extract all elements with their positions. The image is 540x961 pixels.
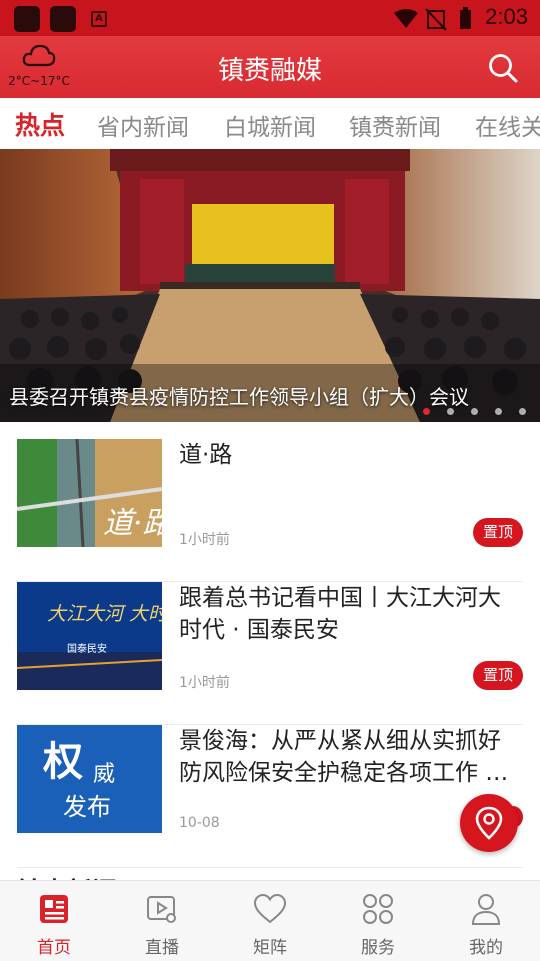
tab-hot[interactable]: 热点	[15, 106, 65, 142]
carousel-dot	[519, 408, 526, 415]
news-icon	[40, 895, 68, 923]
carousel-indicator	[411, 400, 526, 419]
carousel-dot	[494, 408, 502, 415]
news-title: 道·路	[179, 442, 233, 468]
wifi-icon	[394, 9, 418, 28]
svg-text:国泰民安: 国泰民安	[67, 642, 107, 655]
news-time: 10-08	[179, 815, 220, 831]
status-bar: A 2:03	[0, 0, 540, 36]
grid-icon	[363, 894, 393, 924]
news-item[interactable]: 道·路 道·路 1小时前 置顶	[17, 439, 523, 582]
search-button[interactable]	[488, 53, 518, 87]
svg-text:发布: 发布	[63, 793, 111, 821]
svg-text:大江大河 大时代: 大江大河 大时代	[47, 603, 162, 625]
banner-caption: 县委召开镇赉县疫情防控工作领导小组（扩大）会议	[9, 385, 469, 409]
tab-baicheng-news[interactable]: 白城新闻	[224, 108, 316, 142]
nav-services[interactable]: 服务	[324, 881, 432, 961]
news-time: 1小时前	[179, 675, 230, 691]
tab-province-news[interactable]: 省内新闻	[97, 108, 189, 142]
search-icon	[489, 54, 518, 83]
tab-zhenlai-news[interactable]: 镇赉新闻	[349, 108, 441, 142]
notification-app-icon	[50, 6, 76, 32]
hero-banner[interactable]: 县委召开镇赉县疫情防控工作领导小组（扩大）会议	[0, 149, 540, 422]
news-title: 跟着总书记看中国丨大江大河大时代 · 国泰民安	[179, 585, 501, 643]
svg-text:威: 威	[93, 762, 115, 787]
status-icons	[394, 7, 471, 31]
video-icon	[147, 896, 176, 923]
nav-matrix[interactable]: 矩阵	[216, 881, 324, 961]
svg-text:道·路: 道·路	[103, 506, 162, 541]
bottom-navigation: 首页 直播 矩阵 服务 我的	[0, 880, 540, 961]
carousel-dot-active	[422, 408, 430, 415]
nav-label: 首页	[37, 938, 71, 958]
app-title: 镇赉融媒	[217, 56, 322, 86]
news-time: 1小时前	[179, 532, 230, 548]
status-time: 2:03	[485, 4, 528, 29]
svg-text:权: 权	[42, 738, 83, 785]
news-item[interactable]: 权 威 发布 景俊海：从严从紧从细从实抓好防风险保安全护稳定各项工作 … 10-…	[17, 725, 523, 868]
news-thumbnail: 权 威 发布	[17, 725, 162, 833]
notification-a-icon: A	[91, 11, 107, 27]
battery-icon	[460, 10, 471, 29]
pinned-badge: 置顶	[473, 661, 523, 690]
nav-label: 我的	[469, 938, 503, 958]
carousel-dot	[470, 408, 478, 415]
nav-profile[interactable]: 我的	[432, 881, 540, 961]
carousel-dot	[446, 408, 454, 415]
location-pin-icon	[475, 806, 503, 840]
heart-icon	[253, 893, 287, 924]
tab-online[interactable]: 在线关	[475, 108, 540, 142]
user-icon	[471, 894, 501, 925]
nav-label: 服务	[361, 938, 395, 958]
news-thumbnail: 大江大河 大时代 国泰民安	[17, 582, 162, 690]
nav-label: 直播	[145, 938, 179, 958]
category-tabs: 热点 省内新闻 白城新闻 镇赉新闻 在线关	[0, 98, 540, 149]
location-button[interactable]	[460, 794, 518, 852]
nav-label: 矩阵	[253, 938, 287, 958]
news-item[interactable]: 大江大河 大时代 国泰民安 跟着总书记看中国丨大江大河大时代 · 国泰民安 1小…	[17, 582, 523, 725]
nav-home[interactable]: 首页	[0, 881, 108, 961]
nav-live[interactable]: 直播	[108, 881, 216, 961]
pinned-badge: 置顶	[473, 518, 523, 547]
news-thumbnail: 道·路	[17, 439, 162, 547]
notification-app-icon	[14, 6, 40, 32]
news-title: 景俊海：从严从紧从细从实抓好防风险保安全护稳定各项工作 …	[179, 728, 509, 786]
